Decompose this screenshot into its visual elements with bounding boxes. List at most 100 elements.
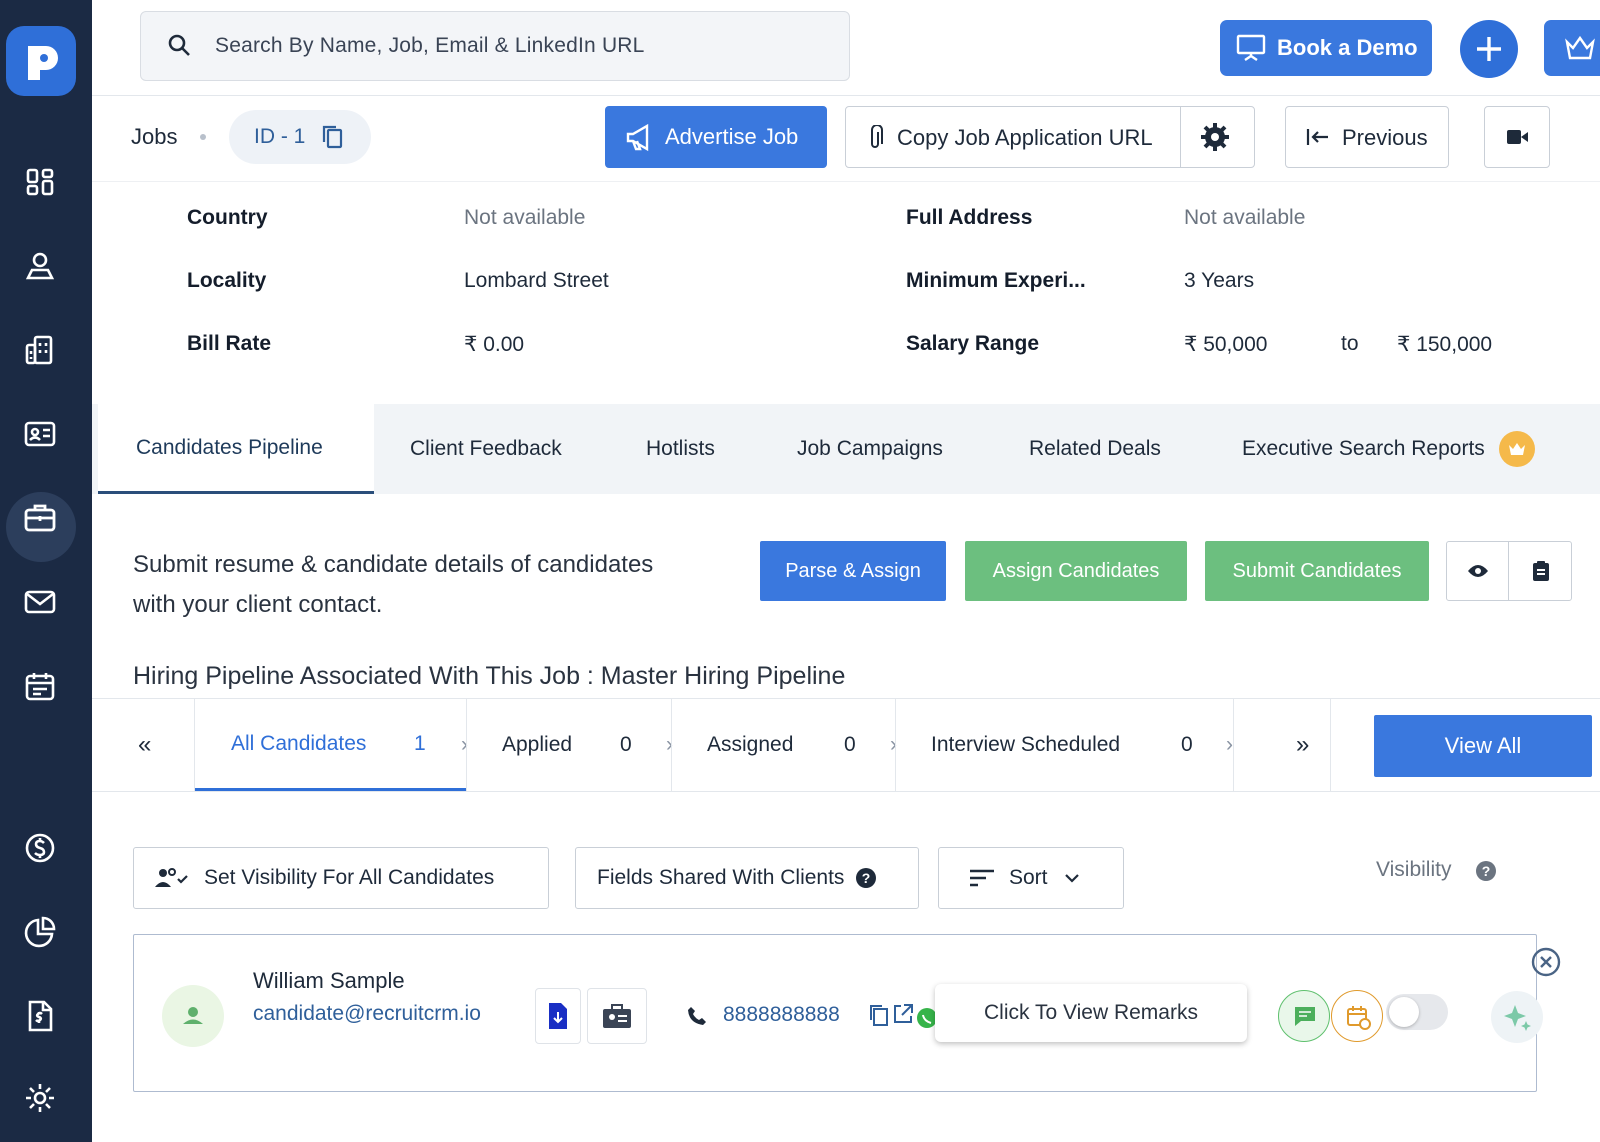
ai-sparkle-button[interactable] bbox=[1491, 991, 1543, 1043]
eye-icon[interactable] bbox=[1447, 542, 1509, 600]
stage-assigned[interactable]: Assigned 0 bbox=[671, 699, 895, 791]
upgrade-button[interactable] bbox=[1544, 20, 1600, 76]
copy-phone-icon[interactable] bbox=[868, 1003, 890, 1027]
contacts-icon[interactable] bbox=[20, 414, 60, 454]
copy-job-url-label: Copy Job Application URL bbox=[897, 125, 1153, 150]
stages-prev-button[interactable]: « bbox=[138, 699, 151, 791]
top-bar: Search By Name, Job, Email & LinkedIn UR… bbox=[92, 0, 1600, 96]
remove-candidate-close-icon[interactable] bbox=[1530, 946, 1562, 978]
tab-executive-search-reports[interactable]: Executive Search Reports bbox=[1242, 404, 1535, 494]
companies-icon[interactable] bbox=[20, 330, 60, 370]
view-remarks-button[interactable]: Click To View Remarks bbox=[935, 984, 1247, 1042]
salary-to-word: to bbox=[1341, 332, 1359, 355]
assign-candidates-button[interactable]: Assign Candidates bbox=[965, 541, 1187, 601]
tab-hotlists[interactable]: Hotlists bbox=[646, 404, 715, 494]
invoice-icon[interactable] bbox=[20, 996, 60, 1036]
avatar[interactable] bbox=[162, 985, 224, 1047]
sort-lines-icon bbox=[970, 869, 994, 887]
email-icon[interactable] bbox=[20, 582, 60, 622]
billing-dollar-icon[interactable] bbox=[20, 828, 60, 868]
toggle-knob bbox=[1389, 997, 1419, 1027]
tab-label: Candidates Pipeline bbox=[136, 435, 323, 459]
add-new-button[interactable] bbox=[1460, 20, 1518, 78]
sparkle-icon bbox=[1504, 1005, 1531, 1031]
tab-label: Hotlists bbox=[646, 437, 715, 460]
schedule-button[interactable] bbox=[1331, 990, 1383, 1042]
paperclip-icon bbox=[866, 125, 884, 151]
country-value: Not available bbox=[464, 206, 586, 229]
stage-label: Applied bbox=[502, 733, 573, 756]
candidate-name[interactable]: William Sample bbox=[253, 968, 405, 994]
remarks-label: Click To View Remarks bbox=[984, 1001, 1198, 1024]
clipboard-icon[interactable] bbox=[1510, 542, 1572, 600]
reports-pie-icon[interactable] bbox=[20, 912, 60, 952]
file-download-icon bbox=[549, 1003, 567, 1029]
view-all-button[interactable]: View All bbox=[1374, 715, 1592, 777]
tab-candidates-pipeline[interactable]: Candidates Pipeline bbox=[98, 404, 374, 494]
assign-candidates-label: Assign Candidates bbox=[992, 559, 1160, 582]
svg-text:?: ? bbox=[1482, 863, 1491, 879]
calendar-clock-icon bbox=[1347, 1006, 1371, 1030]
stage-applied[interactable]: Applied 0 bbox=[466, 699, 671, 791]
presentation-icon bbox=[1236, 34, 1266, 62]
candidates-icon[interactable] bbox=[20, 246, 60, 286]
tab-label: Executive Search Reports bbox=[1242, 437, 1485, 460]
breadcrumb-jobs[interactable]: Jobs bbox=[131, 124, 177, 150]
job-settings-gear-icon[interactable] bbox=[1200, 122, 1230, 152]
stage-separator bbox=[1233, 699, 1234, 791]
bill-rate-label: Bill Rate bbox=[187, 332, 272, 355]
tab-related-deals[interactable]: Related Deals bbox=[1029, 404, 1161, 494]
notes-chat-button[interactable] bbox=[1278, 990, 1330, 1042]
app-logo[interactable] bbox=[6, 26, 76, 96]
visibility-help-icon[interactable]: ? bbox=[1476, 861, 1496, 881]
users-check-icon bbox=[155, 868, 188, 887]
contact-card-button[interactable] bbox=[587, 988, 647, 1044]
copy-id-icon[interactable] bbox=[321, 124, 345, 150]
stages-next-button[interactable]: » bbox=[1296, 699, 1309, 791]
tab-label: Job Campaigns bbox=[797, 437, 943, 460]
job-header-bar: Jobs ID - 1 Advertise Job Copy Job Appli… bbox=[92, 96, 1600, 182]
hiring-pipeline-text: Hiring Pipeline Associated With This Job… bbox=[133, 662, 846, 690]
calendar-icon[interactable] bbox=[20, 666, 60, 706]
jobs-briefcase-icon[interactable] bbox=[20, 498, 60, 538]
candidate-visibility-toggle[interactable] bbox=[1386, 994, 1448, 1030]
advertise-job-button[interactable]: Advertise Job bbox=[605, 106, 827, 168]
job-id-label: ID - 1 bbox=[254, 125, 306, 148]
settings-gear-icon[interactable] bbox=[20, 1078, 60, 1118]
set-visibility-all-button[interactable]: Set Visibility For All Candidates bbox=[133, 847, 549, 909]
stage-interview-scheduled[interactable]: Interview Scheduled 0 bbox=[895, 699, 1233, 791]
tab-client-feedback[interactable]: Client Feedback bbox=[410, 404, 562, 494]
stage-label: Assigned bbox=[707, 733, 794, 756]
job-tabs: Candidates Pipeline Client Feedback Hotl… bbox=[92, 404, 1600, 494]
svg-text:?: ? bbox=[862, 870, 871, 886]
submit-candidates-button[interactable]: Submit Candidates bbox=[1205, 541, 1429, 601]
stage-count: 0 bbox=[1181, 733, 1193, 756]
previous-job-button[interactable]: Previous bbox=[1285, 106, 1449, 168]
button-divider bbox=[1180, 107, 1181, 167]
search-icon bbox=[167, 33, 193, 59]
phone-icon bbox=[688, 1007, 706, 1025]
resume-download-button[interactable] bbox=[535, 988, 581, 1044]
pipeline-intro-text: Submit resume & candidate details of can… bbox=[133, 545, 653, 625]
candidate-phone[interactable]: 8888888888 bbox=[723, 1003, 840, 1027]
submit-candidates-label: Submit Candidates bbox=[1232, 559, 1402, 582]
country-label: Country bbox=[187, 206, 268, 229]
candidate-email[interactable]: candidate@recruitcrm.io bbox=[253, 1002, 481, 1026]
copy-job-url-button[interactable]: Copy Job Application URL bbox=[845, 106, 1255, 168]
external-link-icon[interactable] bbox=[892, 1003, 914, 1025]
tab-job-campaigns[interactable]: Job Campaigns bbox=[797, 404, 943, 494]
video-button[interactable] bbox=[1484, 106, 1550, 168]
sort-dropdown[interactable]: Sort bbox=[938, 847, 1124, 909]
stage-all-candidates[interactable]: All Candidates 1 bbox=[195, 699, 466, 791]
min-experience-value: 3 Years bbox=[1184, 269, 1255, 292]
salary-range-label: Salary Range bbox=[906, 332, 1040, 355]
dashboard-icon[interactable] bbox=[20, 162, 60, 202]
person-icon bbox=[183, 1007, 203, 1024]
search-placeholder: Search By Name, Job, Email & LinkedIn UR… bbox=[215, 34, 645, 57]
parse-assign-button[interactable]: Parse & Assign bbox=[760, 541, 946, 601]
bill-rate-value: ₹ 0.00 bbox=[464, 333, 525, 356]
fields-shared-button[interactable]: Fields Shared With Clients ? bbox=[575, 847, 919, 909]
crown-icon bbox=[1565, 35, 1595, 60]
global-search-input[interactable]: Search By Name, Job, Email & LinkedIn UR… bbox=[140, 11, 850, 81]
book-demo-button[interactable]: Book a Demo bbox=[1220, 20, 1432, 76]
